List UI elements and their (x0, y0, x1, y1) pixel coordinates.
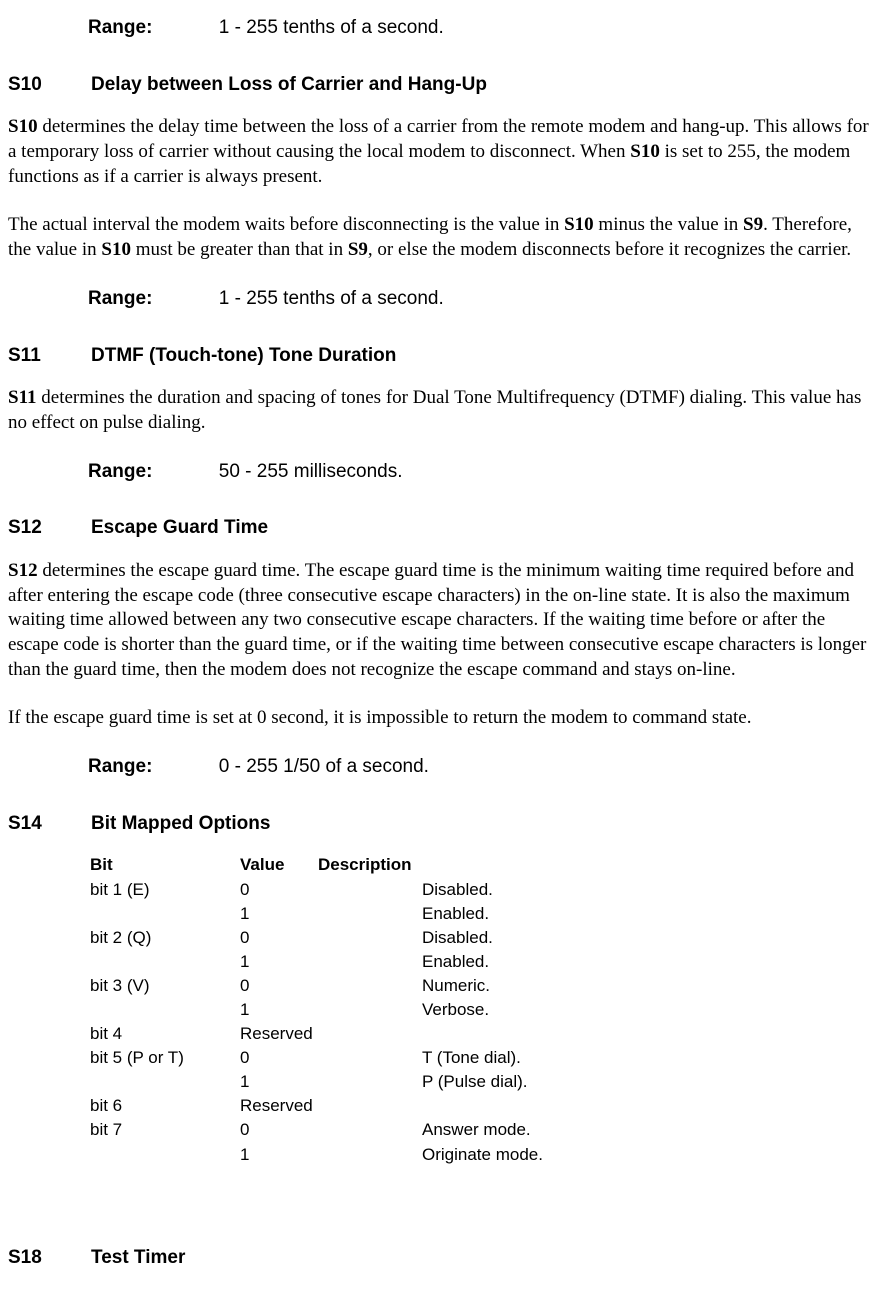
cell-value: 0 (240, 1119, 318, 1143)
table-row: bit 1 (E)0 Disabled. (90, 879, 543, 903)
cell-bit (90, 951, 240, 975)
range-label: Range: (88, 287, 214, 312)
cell-bit: bit 3 (V) (90, 975, 240, 999)
range-label: Range: (88, 755, 214, 780)
table-row: bit 5 (P or T)0 T (Tone dial). (90, 1047, 543, 1071)
cell-value: 0 (240, 927, 318, 951)
cell-bit: bit 6 (90, 1095, 240, 1119)
table-row: 1 Verbose. (90, 999, 543, 1023)
cell-desc: Verbose. (422, 999, 543, 1023)
cell-bit (90, 999, 240, 1023)
table-row: 1 Originate mode. (90, 1144, 543, 1168)
s10-para-2: The actual interval the modem waits befo… (8, 213, 878, 262)
inline-bold: S10 (564, 214, 594, 235)
table-header-row: Bit Value Description (90, 854, 543, 878)
bit-map-table: Bit Value Description bit 1 (E)0Disabled… (90, 854, 543, 1167)
cell-desc: Numeric. (422, 975, 543, 999)
s10-para-1: S10 determines the delay time between th… (8, 115, 878, 189)
inline-bold: S10 (8, 116, 38, 137)
cell-value: Reserved (240, 1023, 543, 1047)
cell-desc: Disabled. (422, 927, 543, 951)
table-row: 1 P (Pulse dial). (90, 1071, 543, 1095)
inline-bold: S10 (630, 141, 660, 162)
inline-bold: S11 (8, 387, 37, 408)
cell-bit: bit 4 (90, 1023, 240, 1047)
table-row: 1 Enabled. (90, 951, 543, 975)
range-row-s10: Range: 1 - 255 tenths of a second. (88, 287, 878, 312)
cell-bit: bit 5 (P or T) (90, 1047, 240, 1071)
range-value: 0 - 255 1/50 of a second. (219, 756, 429, 777)
col-header-value: Value (240, 854, 318, 878)
table-row: bit 70 Answer mode. (90, 1119, 543, 1143)
range-row-s12: Range: 0 - 255 1/50 of a second. (88, 755, 878, 780)
s12-para-2: If the escape guard time is set at 0 sec… (8, 706, 878, 731)
range-value: 1 - 255 tenths of a second. (219, 288, 444, 309)
heading-s11: S11 DTMF (Touch-tone) Tone Duration (8, 344, 878, 369)
cell-desc: Enabled. (422, 903, 543, 927)
cell-desc: T (Tone dial). (422, 1047, 543, 1071)
reg-title: Escape Guard Time (91, 516, 268, 541)
s11-para-1: S11 determines the duration and spacing … (8, 386, 878, 435)
heading-s18: S18 Test Timer (8, 1246, 878, 1271)
reg-code: S14 (8, 812, 91, 837)
reg-code: S12 (8, 516, 91, 541)
cell-bit: bit 2 (Q) (90, 927, 240, 951)
cell-bit (90, 1144, 240, 1168)
cell-desc: Originate mode. (422, 1144, 543, 1168)
reg-title: Delay between Loss of Carrier and Hang-U… (91, 73, 487, 98)
reg-code: S18 (8, 1246, 91, 1271)
table-row: 1 Enabled. (90, 903, 543, 927)
cell-desc: P (Pulse dial). (422, 1071, 543, 1095)
cell-desc: Answer mode. (422, 1119, 543, 1143)
table-row: bit 6Reserved (90, 1095, 543, 1119)
cell-value: 0 (240, 879, 318, 903)
cell-value: 1 (240, 1144, 318, 1168)
reg-code: S11 (8, 344, 91, 369)
heading-s10: S10 Delay between Loss of Carrier and Ha… (8, 73, 878, 98)
inline-bold: S12 (8, 560, 38, 581)
cell-desc: Enabled. (422, 951, 543, 975)
reg-title: Test Timer (91, 1246, 185, 1271)
cell-value: Reserved (240, 1095, 543, 1119)
cell-bit: bit 1 (E) (90, 879, 240, 903)
range-value: 1 - 255 tenths of a second. (219, 17, 444, 38)
cell-bit (90, 903, 240, 927)
range-value: 50 - 255 milliseconds. (219, 461, 403, 482)
cell-value: 1 (240, 951, 318, 975)
cell-value: 1 (240, 903, 318, 927)
reg-title: DTMF (Touch-tone) Tone Duration (91, 344, 396, 369)
table-row: bit 3 (V)0 Numeric. (90, 975, 543, 999)
cell-bit (90, 1071, 240, 1095)
reg-code: S10 (8, 73, 91, 98)
col-header-desc: Description (318, 854, 422, 878)
table-row: bit 2 (Q)0 Disabled. (90, 927, 543, 951)
heading-s12: S12 Escape Guard Time (8, 516, 878, 541)
cell-value: 0 (240, 1047, 318, 1071)
reg-title: Bit Mapped Options (91, 812, 270, 837)
cell-value: 0 (240, 975, 318, 999)
inline-bold: S9 (743, 214, 763, 235)
cell-value: 1 (240, 1071, 318, 1095)
col-header-bit: Bit (90, 854, 240, 878)
range-row-s11: Range: 50 - 255 milliseconds. (88, 460, 878, 485)
cell-value: 1 (240, 999, 318, 1023)
cell-desc: Disabled. (422, 879, 543, 903)
inline-bold: S10 (101, 239, 131, 260)
cell-bit: bit 7 (90, 1119, 240, 1143)
range-label: Range: (88, 16, 214, 41)
table-row: bit 4Reserved (90, 1023, 543, 1047)
range-label: Range: (88, 460, 214, 485)
s12-para-1: S12 determines the escape guard time. Th… (8, 559, 878, 682)
range-row-top: Range: 1 - 255 tenths of a second. (88, 16, 878, 41)
inline-bold: S9 (348, 239, 368, 260)
heading-s14: S14 Bit Mapped Options (8, 812, 878, 837)
